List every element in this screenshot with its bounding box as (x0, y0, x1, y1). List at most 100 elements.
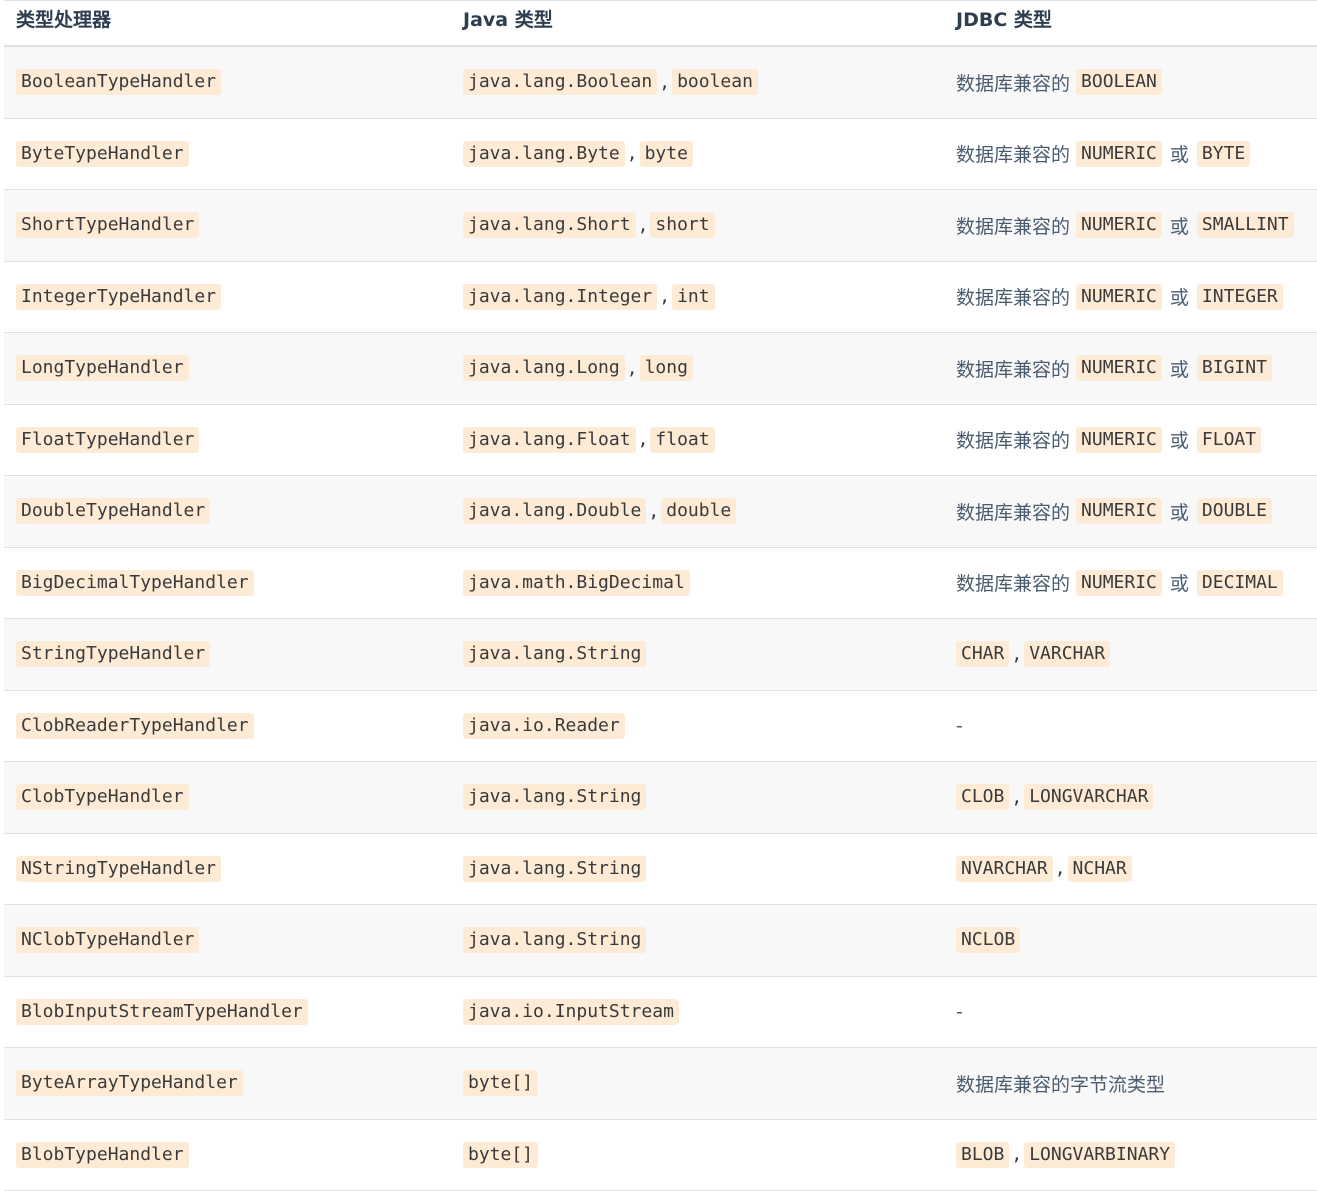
jdbc-type-code: NVARCHAR (956, 856, 1053, 882)
or-separator: 或 (1162, 140, 1197, 167)
handler-code: DoubleTypeHandler (16, 498, 210, 524)
jdbc-type-cell: 数据库兼容的字节流类型 (944, 1070, 1317, 1097)
comma-separator: , (636, 215, 651, 236)
jdbc-type-code: NCLOB (956, 927, 1020, 953)
table-body: BooleanTypeHandler java.lang.Boolean,bool… (4, 47, 1317, 1191)
handler-code: LongTypeHandler (16, 355, 189, 381)
jdbc-type-code: SMALLINT (1197, 212, 1294, 238)
java-type-cell: java.lang.Byte,byte (451, 141, 944, 167)
handler-cell: BooleanTypeHandler (4, 69, 451, 95)
handler-cell: BigDecimalTypeHandler (4, 570, 451, 596)
table-row: ShortTypeHandlerjava.lang.Short,short数据库… (4, 190, 1317, 262)
comma-separator: , (1053, 858, 1068, 879)
jdbc-type-code: NUMERIC (1076, 355, 1162, 381)
comma-separator: , (625, 143, 640, 164)
jdbc-type-cell: 数据库兼容的NUMERIC或DECIMAL (944, 569, 1317, 596)
java-type-code: java.lang.Integer (463, 284, 657, 310)
jdbc-type-code: BOOLEAN (1076, 69, 1162, 95)
jdbc-type-code: NUMERIC (1076, 141, 1162, 167)
handler-code: ShortTypeHandler (16, 212, 199, 238)
java-type-code: java.lang.String (463, 784, 646, 810)
jdbc-type-code: DECIMAL (1197, 570, 1283, 596)
java-type-cell: byte[] (451, 1070, 944, 1096)
jdbc-type-code: NUMERIC (1076, 427, 1162, 453)
table-row: NStringTypeHandler java.lang.String NVARCH… (4, 834, 1317, 906)
jdbc-type-code: DOUBLE (1197, 498, 1272, 524)
table-header: 类型处理器 Java 类型 JDBC 类型 (4, 1, 1317, 47)
handler-code: StringTypeHandler (16, 641, 210, 667)
java-type-cell: byte[] (451, 1142, 944, 1168)
java-type-code: java.lang.Byte (463, 141, 625, 167)
handler-cell: NStringTypeHandler (4, 856, 451, 882)
java-type-cell: java.lang.String (451, 641, 944, 667)
or-separator: 或 (1162, 283, 1197, 310)
jdbc-type-code: CHAR (956, 641, 1009, 667)
jdbc-text: 数据库兼容的字节流类型 (956, 1070, 1165, 1097)
java-type-code: boolean (672, 69, 758, 95)
jdbc-type-cell: BLOB,LONGVARBINARY (944, 1142, 1317, 1168)
java-type-cell: java.lang.Boolean,boolean (451, 69, 944, 95)
handler-code: ClobTypeHandler (16, 784, 189, 810)
java-type-code: java.lang.String (463, 856, 646, 882)
java-type-cell: java.lang.Integer,int (451, 284, 944, 310)
table-row: ClobTypeHandlerjava.lang.StringCLOB,LONG… (4, 762, 1317, 834)
jdbc-type-cell: NVARCHAR,NCHAR (944, 856, 1317, 882)
comma-separator: , (1009, 1144, 1024, 1165)
or-separator: 或 (1162, 498, 1197, 525)
java-type-code: int (672, 284, 715, 310)
java-type-cell: java.lang.String (451, 927, 944, 953)
java-type-cell: java.lang.String (451, 856, 944, 882)
handler-cell: ClobTypeHandler (4, 784, 451, 810)
jdbc-type-code: BYTE (1197, 141, 1250, 167)
table-row: ClobReaderTypeHandlerjava.io.Reader- (4, 691, 1317, 763)
jdbc-type-cell: 数据库兼容的NUMERIC或BIGINT (944, 355, 1317, 382)
java-type-code: long (640, 355, 693, 381)
jdbc-prefix-text: 数据库兼容的 (956, 212, 1076, 239)
or-separator: 或 (1162, 355, 1197, 382)
table-row: DoubleTypeHandler java.lang.Double,double… (4, 476, 1317, 548)
java-type-code: double (661, 498, 736, 524)
comma-separator: , (636, 429, 651, 450)
jdbc-type-code: CLOB (956, 784, 1009, 810)
jdbc-prefix-text: 数据库兼容的 (956, 140, 1076, 167)
comma-separator: , (646, 501, 661, 522)
java-type-cell: java.lang.Float,float (451, 427, 944, 453)
jdbc-prefix-text: 数据库兼容的 (956, 498, 1076, 525)
jdbc-prefix-text: 数据库兼容的 (956, 426, 1076, 453)
handler-code: ByteArrayTypeHandler (16, 1070, 243, 1096)
table-row: ByteArrayTypeHandler byte[] 数据库兼容的字节流类型 (4, 1048, 1317, 1120)
or-separator: 或 (1162, 212, 1197, 239)
jdbc-text: - (956, 1001, 963, 1023)
java-type-code: byte (640, 141, 693, 167)
comma-separator: , (1009, 644, 1024, 665)
header-java-type: Java 类型 (451, 5, 944, 32)
jdbc-type-cell: - (944, 1001, 1317, 1023)
handler-code: IntegerTypeHandler (16, 284, 221, 310)
jdbc-prefix-text: 数据库兼容的 (956, 355, 1076, 382)
java-type-code: byte[] (463, 1142, 538, 1168)
handler-cell: ByteArrayTypeHandler (4, 1070, 451, 1096)
jdbc-type-cell: 数据库兼容的NUMERIC或INTEGER (944, 283, 1317, 310)
comma-separator: , (625, 358, 640, 379)
handler-code: ByteTypeHandler (16, 141, 189, 167)
jdbc-type-code: LONGVARBINARY (1024, 1142, 1175, 1168)
jdbc-type-code: NUMERIC (1076, 570, 1162, 596)
jdbc-type-code: NUMERIC (1076, 498, 1162, 524)
java-type-cell: java.io.InputStream (451, 999, 944, 1025)
jdbc-text: - (956, 715, 963, 737)
java-type-code: float (650, 427, 714, 453)
or-separator: 或 (1162, 569, 1197, 596)
table-row: LongTypeHandler java.lang.Long,long 数据库兼容的… (4, 333, 1317, 405)
handler-cell: DoubleTypeHandler (4, 498, 451, 524)
java-type-code: short (650, 212, 714, 238)
table-row: BooleanTypeHandler java.lang.Boolean,bool… (4, 47, 1317, 119)
handler-code: BooleanTypeHandler (16, 69, 221, 95)
jdbc-type-code: FLOAT (1197, 427, 1261, 453)
or-separator: 或 (1162, 426, 1197, 453)
jdbc-type-cell: NCLOB (944, 927, 1317, 953)
table-row: NClobTypeHandlerjava.lang.StringNCLOB (4, 905, 1317, 977)
jdbc-type-cell: CHAR,VARCHAR (944, 641, 1317, 667)
java-type-code: java.lang.Long (463, 355, 625, 381)
table-row: BlobInputStreamTypeHandlerjava.io.InputS… (4, 977, 1317, 1049)
java-type-code: java.lang.Double (463, 498, 646, 524)
